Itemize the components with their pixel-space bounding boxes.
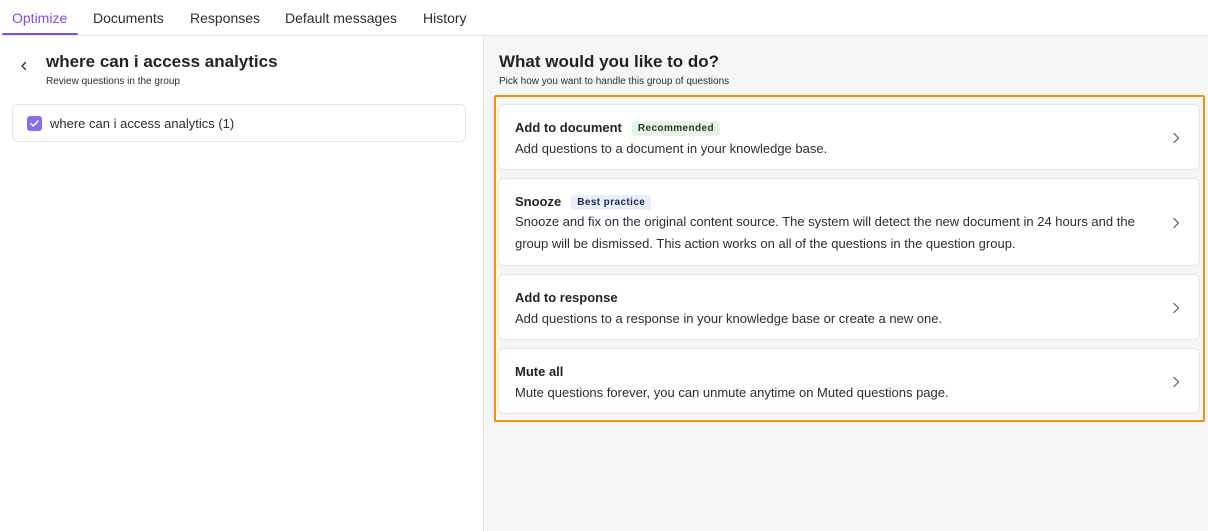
option-description: Add questions to a document in your know… xyxy=(515,141,828,156)
tab-history[interactable]: History xyxy=(423,10,467,26)
option-title: Snooze Best practice xyxy=(515,194,652,210)
option-add-to-document[interactable]: Add to document Recommended Add questions… xyxy=(498,104,1200,170)
action-panel-subtitle: Pick how you want to handle this group o… xyxy=(499,76,730,87)
tab-default-messages[interactable]: Default messages xyxy=(285,10,397,26)
recommended-badge: Recommended xyxy=(631,121,720,136)
chevron-left-icon xyxy=(16,58,32,74)
chevron-right-icon xyxy=(1171,131,1181,145)
best-practice-badge: Best practice xyxy=(571,195,652,210)
tab-documents[interactable]: Documents xyxy=(93,10,164,26)
option-add-to-response[interactable]: Add to response Add questions to a respo… xyxy=(498,274,1200,340)
group-subtitle: Review questions in the group xyxy=(46,76,180,87)
tab-bar: Optimize Documents Responses Default mes… xyxy=(0,0,1208,36)
option-mute-all[interactable]: Mute all Mute questions forever, you can… xyxy=(498,348,1200,414)
chevron-right-icon xyxy=(1171,216,1181,230)
question-label: where can i access analytics (1) xyxy=(50,116,235,131)
back-button[interactable] xyxy=(16,58,32,74)
option-title: Mute all xyxy=(515,364,564,379)
question-group-panel: where can i access analytics Review ques… xyxy=(0,36,484,531)
question-checkbox[interactable] xyxy=(27,116,42,131)
option-title: Add to response xyxy=(515,290,618,305)
group-title: where can i access analytics xyxy=(46,52,278,71)
action-panel-title: What would you like to do? xyxy=(499,52,720,71)
option-description: Snooze and fix on the original content s… xyxy=(515,214,1135,251)
question-row[interactable]: where can i access analytics (1) xyxy=(12,104,466,142)
option-title: Add to document Recommended xyxy=(515,120,720,136)
tab-responses[interactable]: Responses xyxy=(190,10,260,26)
active-tab-indicator xyxy=(2,33,78,35)
option-description: Mute questions forever, you can unmute a… xyxy=(515,385,949,400)
action-panel: What would you like to do? Pick how you … xyxy=(485,36,1208,531)
tab-optimize[interactable]: Optimize xyxy=(12,10,67,26)
chevron-right-icon xyxy=(1171,375,1181,389)
option-snooze[interactable]: Snooze Best practice Snooze and fix on th… xyxy=(498,178,1200,266)
option-description: Add questions to a response in your know… xyxy=(515,311,943,326)
chevron-right-icon xyxy=(1171,301,1181,315)
